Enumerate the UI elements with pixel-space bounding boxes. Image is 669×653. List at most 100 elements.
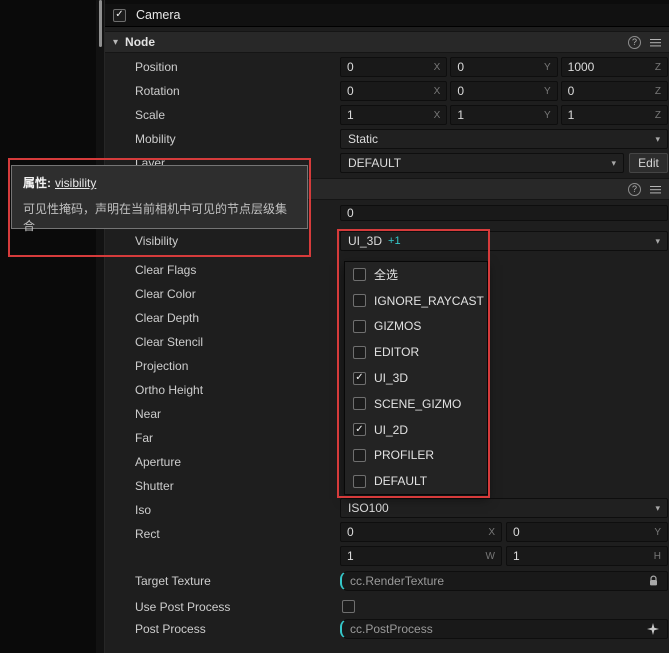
mobility-row: Mobility Static ▾	[105, 129, 669, 149]
field-value: 1	[457, 108, 465, 122]
axis-badge: X	[433, 85, 441, 97]
axis-badge: X	[433, 109, 441, 121]
dropdown-item[interactable]: ✓ IGNORE_RAYCAST	[345, 288, 487, 314]
dropdown-item[interactable]: ✓ UI_2D	[345, 417, 487, 443]
post-process-field[interactable]: cc.PostProcess	[340, 619, 668, 639]
number-field[interactable]: 1 H	[506, 546, 668, 566]
field-value: 0	[457, 84, 465, 98]
use-post-process-row: Use Post Process ✓	[105, 597, 669, 617]
field-value: 0	[347, 84, 354, 98]
axis-badge: Z	[654, 61, 661, 73]
checkbox[interactable]: ✓	[353, 268, 366, 282]
axis-badge: H	[653, 550, 661, 562]
help-icon[interactable]: ?	[628, 182, 641, 196]
property-label: Visibility	[135, 234, 179, 248]
dropdown-item[interactable]: ✓ 全选	[345, 262, 487, 288]
layer-select[interactable]: DEFAULT ▾	[340, 153, 624, 173]
position-row: Position 0 X 0 Y 1000 Z	[105, 57, 669, 77]
check-icon: ✓	[355, 372, 364, 384]
checkbox[interactable]: ✓	[353, 474, 366, 488]
screen: ✓ Camera ▾ Node ? Position 0 X 0 Y 1000 …	[0, 0, 669, 653]
axis-badge: Z	[654, 85, 661, 97]
number-field[interactable]: 0 Y	[450, 81, 558, 101]
number-field[interactable]: 0 X	[340, 522, 502, 542]
property-row: Near	[135, 402, 203, 426]
property-row: Clear Depth	[135, 306, 203, 330]
property-label: Post Process	[135, 622, 206, 636]
number-field[interactable]: 0 Y	[506, 522, 668, 542]
node-section-header[interactable]: ▾ Node ?	[105, 31, 669, 53]
panel-divider[interactable]	[96, 0, 105, 653]
checkbox[interactable]: ✓	[353, 423, 366, 437]
dropdown-item-label: PROFILER	[374, 448, 435, 463]
asset-type: cc.PostProcess	[350, 622, 433, 636]
number-field[interactable]: 0 X	[340, 57, 448, 77]
dropdown-item-label: UI_3D	[374, 371, 409, 386]
field-value: 0	[347, 60, 354, 74]
property-label: Clear Stencil	[135, 335, 204, 349]
target-texture-row: Target Texture cc.RenderTexture	[105, 571, 669, 591]
property-label: Clear Depth	[135, 311, 200, 325]
dropdown-item-label: SCENE_GIZMO	[374, 396, 462, 411]
number-field[interactable]: 0 Z	[560, 81, 668, 101]
dropdown-item[interactable]: ✓ UI_3D	[345, 365, 487, 391]
number-field[interactable]: 1 Z	[560, 105, 668, 125]
iso-select[interactable]: ISO100 ▾	[340, 498, 668, 518]
dropdown-item[interactable]: ✓ GIZMOS	[345, 314, 487, 340]
menu-icon[interactable]	[650, 185, 661, 194]
visibility-select[interactable]: UI_3D +1 ▾	[340, 231, 668, 251]
chevron-down-icon: ▾	[655, 235, 660, 246]
number-field[interactable]: 0 Y	[450, 57, 558, 77]
scrollbar-thumb[interactable]	[99, 0, 102, 47]
use-post-process-checkbox[interactable]: ✓	[342, 600, 355, 613]
priority-field[interactable]: 0	[340, 205, 668, 221]
property-label: Ortho Height	[135, 383, 204, 397]
property-label: Shutter	[135, 479, 174, 493]
checkbox[interactable]: ✓	[353, 448, 366, 462]
axis-badge: X	[433, 61, 441, 73]
rect-row-xy: 0 X 0 Y	[105, 522, 669, 542]
axis-badge: Y	[543, 109, 551, 121]
field-value: 0	[347, 206, 354, 220]
number-field[interactable]: 1 W	[340, 546, 502, 566]
field-value: 0	[513, 525, 520, 539]
dropdown-item[interactable]: ✓ PROFILER	[345, 442, 487, 468]
scale-row: Scale 1 X 1 Y 1 Z	[105, 105, 669, 125]
checkbox[interactable]: ✓	[353, 397, 366, 411]
number-field[interactable]: 1000 Z	[560, 57, 668, 77]
number-field[interactable]: 0 X	[340, 81, 448, 101]
rect-row-wh: 1 W 1 H	[105, 546, 669, 566]
mobility-select[interactable]: Static ▾	[340, 129, 668, 149]
camera-enabled-checkbox[interactable]: ✓	[113, 8, 126, 22]
axis-badge: Z	[654, 109, 661, 121]
number-field[interactable]: 1 Y	[450, 105, 558, 125]
property-row: Clear Stencil	[135, 330, 203, 354]
property-label: Projection	[135, 359, 189, 373]
help-icon[interactable]: ?	[628, 35, 641, 49]
checkbox[interactable]: ✓	[353, 294, 366, 308]
menu-icon[interactable]	[650, 38, 661, 47]
field-value: 1	[513, 549, 520, 563]
dropdown-item[interactable]: ✓ DEFAULT	[345, 468, 487, 494]
dropdown-item-label: EDITOR	[374, 345, 420, 360]
checkbox[interactable]: ✓	[353, 345, 366, 359]
property-row: Aperture	[135, 450, 203, 474]
dropdown-item[interactable]: ✓ EDITOR	[345, 339, 487, 365]
number-field[interactable]: 1 X	[340, 105, 448, 125]
star-icon	[647, 623, 659, 635]
target-texture-field[interactable]: cc.RenderTexture	[340, 571, 668, 591]
field-value: 1	[347, 108, 354, 122]
button-label: Edit	[638, 156, 659, 170]
property-row: Far	[135, 426, 203, 450]
dropdown-item[interactable]: ✓ SCENE_GIZMO	[345, 391, 487, 417]
property-label: Rotation	[135, 84, 180, 98]
field-value: 0	[567, 84, 575, 98]
checkbox[interactable]: ✓	[353, 319, 366, 333]
dropdown-item-label: IGNORE_RAYCAST	[374, 293, 484, 308]
dropdown-item-label: 全选	[374, 268, 399, 283]
edit-layer-button[interactable]: Edit	[629, 153, 668, 173]
checkbox[interactable]: ✓	[353, 371, 366, 385]
visibility-dropdown-popup: ✓ 全选 ✓ IGNORE_RAYCAST ✓ GIZMOS ✓ EDITOR …	[344, 261, 488, 495]
visibility-row: Visibility UI_3D +1 ▾	[105, 231, 669, 251]
rotation-row: Rotation 0 X 0 Y 0 Z	[105, 81, 669, 101]
